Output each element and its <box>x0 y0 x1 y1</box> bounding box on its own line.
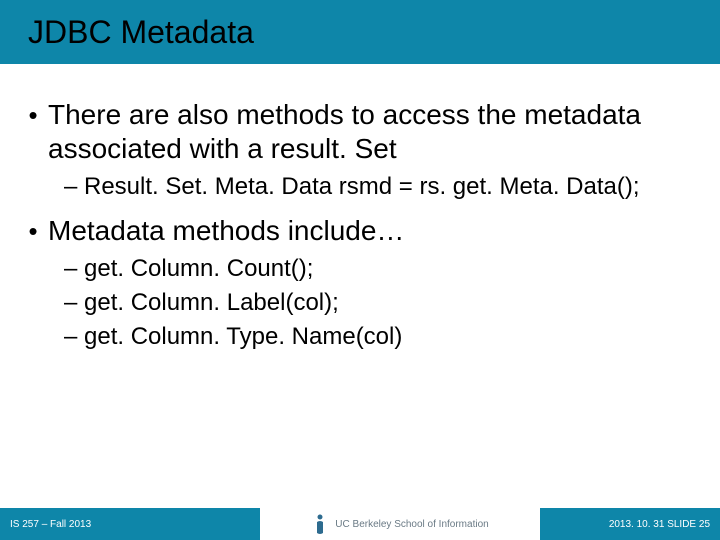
subbullet-marker: – <box>64 254 84 284</box>
footer-mid-text: UC Berkeley School of Information <box>335 519 488 530</box>
bullet-text: Metadata methods include… <box>48 214 404 248</box>
subbullet-item: – get. Column. Label(col); <box>18 288 702 318</box>
bullet-marker: • <box>18 214 48 248</box>
subbullet-text: get. Column. Count(); <box>84 254 313 284</box>
berkeley-i-icon <box>311 513 329 535</box>
subbullet-marker: – <box>64 288 84 318</box>
bullet-marker: • <box>18 98 48 132</box>
subbullet-marker: – <box>64 172 84 202</box>
slide-title: JDBC Metadata <box>28 14 254 51</box>
subbullet-item: – get. Column. Count(); <box>18 254 702 284</box>
footer-mid: UC Berkeley School of Information <box>260 508 540 540</box>
subbullet-item: – Result. Set. Meta. Data rsmd = rs. get… <box>18 172 702 202</box>
footer-left: IS 257 – Fall 2013 <box>0 508 260 540</box>
slide-header: JDBC Metadata <box>0 0 720 64</box>
slide-content: • There are also methods to access the m… <box>0 64 720 352</box>
subbullet-marker: – <box>64 322 84 352</box>
subbullet-item: – get. Column. Type. Name(col) <box>18 322 702 352</box>
subbullet-text: get. Column. Type. Name(col) <box>84 322 402 352</box>
footer-right: 2013. 10. 31 SLIDE 25 <box>540 508 720 540</box>
bullet-item: • There are also methods to access the m… <box>18 98 702 166</box>
slide-footer: IS 257 – Fall 2013 UC Berkeley School of… <box>0 508 720 540</box>
subbullet-text: Result. Set. Meta. Data rsmd = rs. get. … <box>84 172 640 202</box>
bullet-item: • Metadata methods include… <box>18 214 702 248</box>
bullet-text: There are also methods to access the met… <box>48 98 702 166</box>
subbullet-text: get. Column. Label(col); <box>84 288 339 318</box>
